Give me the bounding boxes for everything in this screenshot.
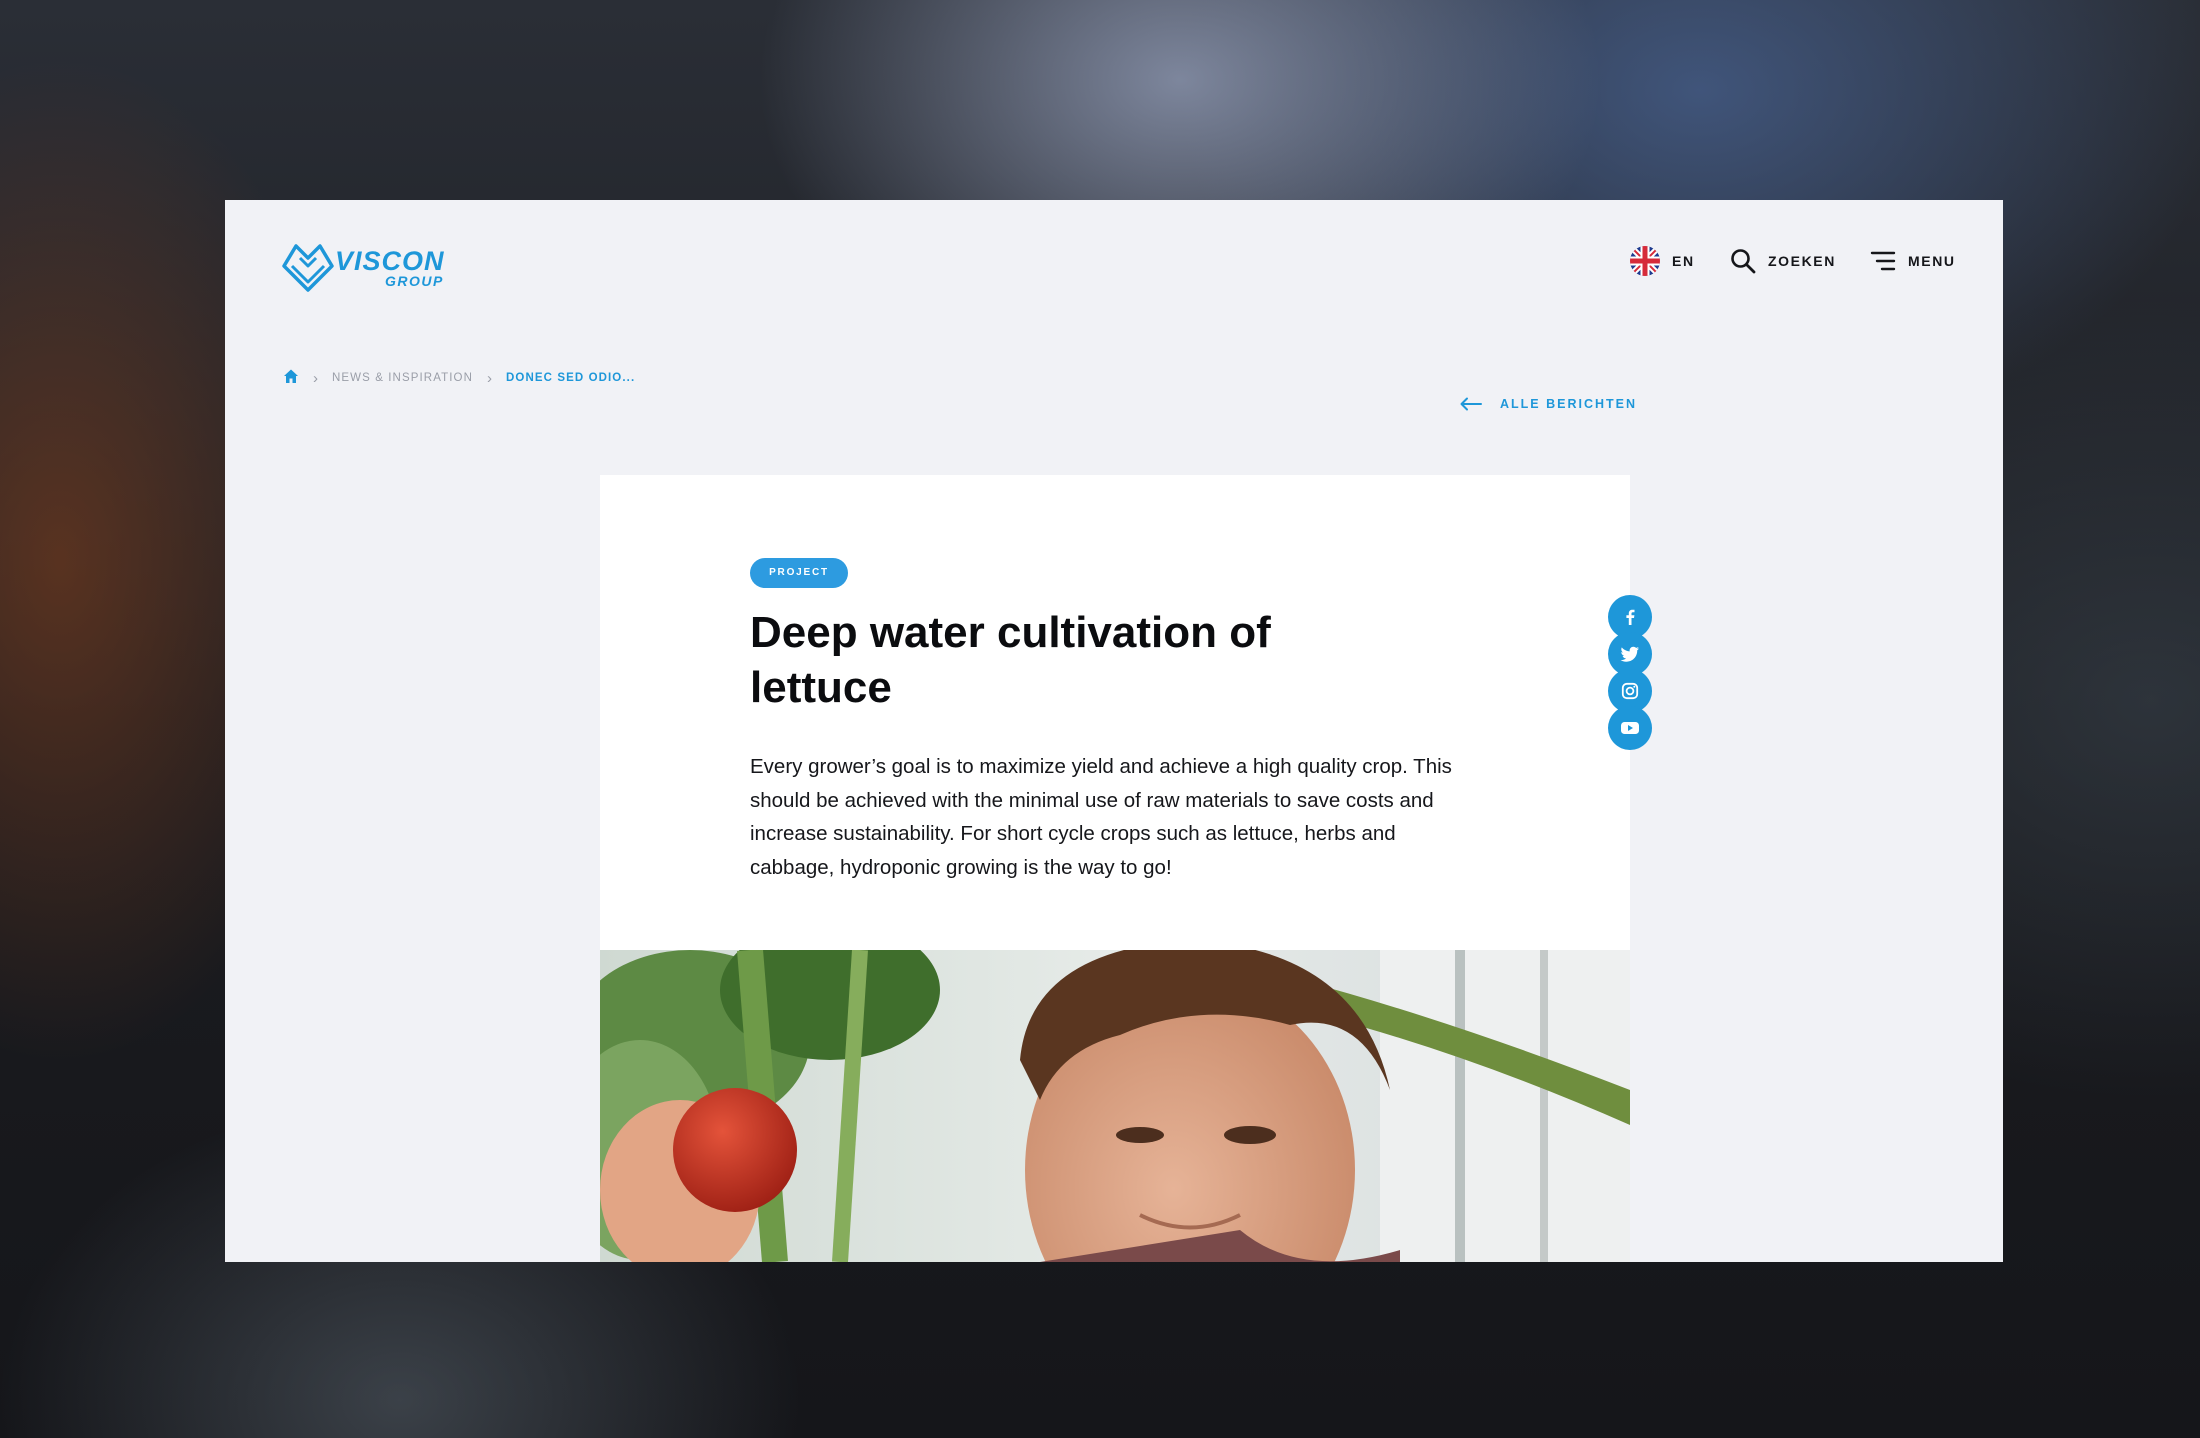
search-button[interactable]: ZOEKEN	[1730, 246, 1836, 276]
back-to-all-posts-link[interactable]: ALLE BERICHTEN	[1460, 394, 1637, 414]
logo-mark-icon	[282, 244, 334, 292]
language-label: EN	[1672, 253, 1695, 269]
menu-label: MENU	[1908, 253, 1956, 269]
twitter-icon	[1620, 646, 1639, 662]
viscon-logo[interactable]: VISCON GROUP	[280, 236, 470, 298]
hamburger-menu-icon	[1870, 251, 1896, 271]
home-icon[interactable]	[283, 368, 299, 389]
instagram-icon	[1621, 682, 1639, 700]
search-label: ZOEKEN	[1768, 253, 1836, 269]
browser-viewport: VISCON GROUP EN ZOEKEN MENU › NEWS & INS…	[225, 200, 2003, 1262]
language-switcher[interactable]: EN	[1630, 246, 1695, 276]
arrow-left-icon	[1460, 397, 1482, 411]
uk-flag-icon	[1630, 246, 1660, 276]
article-title: Deep water cultivation of lettuce	[750, 608, 1271, 712]
hero-image	[600, 950, 1630, 1262]
breadcrumb-current: DONEC SED ODIO...	[506, 372, 636, 384]
youtube-share-button[interactable]	[1608, 706, 1652, 750]
back-link-label: ALLE BERICHTEN	[1500, 397, 1638, 411]
facebook-icon	[1626, 609, 1635, 625]
logo-wordmark: VISCON	[335, 246, 445, 276]
chevron-right-icon: ›	[487, 369, 492, 387]
logo-subtitle: GROUP	[385, 273, 444, 289]
article-intro: Every grower’s goal is to maximize yield…	[750, 755, 1452, 879]
category-tag[interactable]: PROJECT	[750, 558, 848, 588]
youtube-icon	[1621, 722, 1639, 734]
chevron-right-icon: ›	[313, 369, 318, 387]
breadcrumb-news-link[interactable]: NEWS & INSPIRATION	[332, 372, 473, 384]
search-icon	[1731, 249, 1756, 274]
article-card: PROJECT Deep water cultivation of lettuc…	[600, 475, 1630, 950]
breadcrumb: › NEWS & INSPIRATION › DONEC SED ODIO...	[283, 368, 635, 388]
menu-button[interactable]: MENU	[1870, 246, 1956, 276]
